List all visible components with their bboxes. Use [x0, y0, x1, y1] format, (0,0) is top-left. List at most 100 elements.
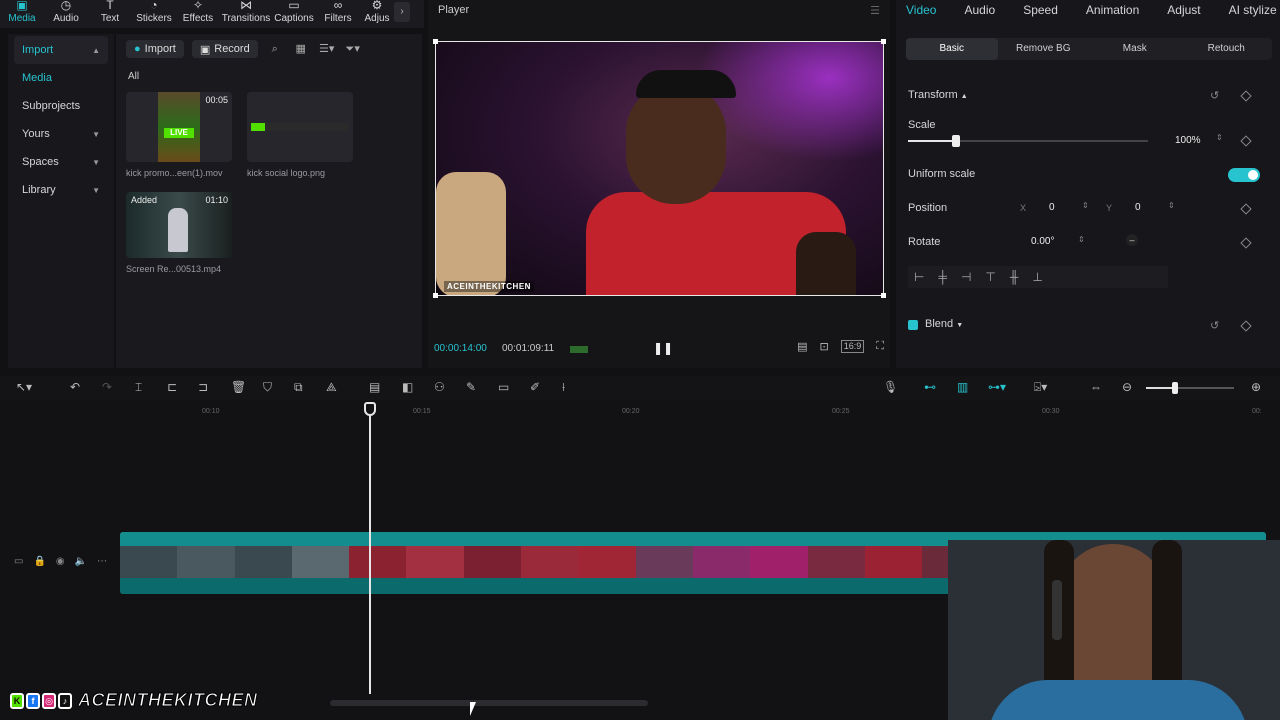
tab-audio-props[interactable]: Audio: [964, 3, 995, 17]
rotate-input[interactable]: 0.00°: [1031, 236, 1054, 247]
align-left-icon[interactable]: ⊢: [914, 270, 924, 284]
screen-icon[interactable]: ▭: [498, 380, 509, 394]
edit-icon[interactable]: ✐: [530, 380, 540, 394]
stepper-icon[interactable]: ⇕: [1078, 235, 1085, 244]
linkage-icon[interactable]: ⊶▾: [988, 380, 1006, 394]
rotate-dial[interactable]: –: [1126, 234, 1138, 246]
tab-captions[interactable]: ▭ Captions: [272, 0, 316, 28]
resize-handle[interactable]: [433, 293, 438, 298]
tab-effects[interactable]: ✧ Effects: [176, 0, 220, 28]
align-center-icon[interactable]: ╪: [938, 270, 947, 284]
search-icon[interactable]: ⌕: [266, 40, 284, 58]
media-item-kick-logo[interactable]: kick social logo.png: [247, 92, 353, 178]
delete-icon[interactable]: 🗑: [231, 380, 246, 394]
trim-left-icon[interactable]: ⊏: [167, 380, 177, 394]
tab-video[interactable]: Video: [906, 3, 936, 17]
zoom-slider[interactable]: [1146, 382, 1234, 394]
align-bottom-icon[interactable]: ⊥: [1032, 270, 1042, 284]
cover-icon[interactable]: ▭: [14, 556, 23, 567]
keyframe-icon[interactable]: [1240, 135, 1252, 147]
tab-media[interactable]: ▣ Media: [0, 0, 44, 28]
timeline-scrollbar[interactable]: [330, 700, 648, 706]
grid-view-icon[interactable]: ▦: [292, 40, 310, 58]
tab-adjust[interactable]: ⚙ Adjus: [360, 0, 394, 28]
preview-axis-icon[interactable]: ⍄▾: [1034, 380, 1047, 395]
tab-audio[interactable]: ◷ Audio: [44, 0, 88, 28]
reset-icon[interactable]: ↺: [1210, 319, 1219, 332]
resize-handle[interactable]: [433, 39, 438, 44]
blend-section-toggle[interactable]: Blend ▼: [925, 318, 963, 330]
tab-stickers[interactable]: ◔ Stickers: [132, 0, 176, 28]
sidebar-item-subprojects[interactable]: Subprojects: [14, 92, 108, 120]
crop-icon[interactable]: ⧉: [294, 380, 303, 395]
sidebar-item-media[interactable]: Media: [14, 64, 108, 92]
undo-icon[interactable]: ↶: [70, 380, 80, 394]
subtab-basic[interactable]: Basic: [906, 38, 998, 60]
link-icon[interactable]: ⊷: [924, 380, 936, 394]
menu-icon[interactable]: ☰: [870, 4, 880, 17]
sidebar-item-spaces[interactable]: Spaces ▼: [14, 148, 108, 176]
video-preview[interactable]: ACEINTHEKITCHEN: [435, 41, 884, 296]
playhead-handle[interactable]: [364, 402, 376, 416]
zoom-out-icon[interactable]: ⊖: [1122, 380, 1132, 394]
tab-filters[interactable]: ∞ Filters: [316, 0, 360, 28]
tab-speed[interactable]: Speed: [1023, 3, 1058, 17]
transform-section-toggle[interactable]: Transform ▲: [908, 89, 968, 101]
redo-icon[interactable]: ↷: [102, 380, 112, 394]
media-tool-icon[interactable]: ▤: [369, 380, 380, 394]
aspect-ratio-button[interactable]: 16:9: [840, 340, 865, 353]
magnet-icon[interactable]: ▥: [957, 380, 968, 394]
magic-icon[interactable]: ✎: [466, 380, 476, 394]
sort-icon[interactable]: ☰▾: [318, 40, 336, 58]
pause-button[interactable]: ❚❚: [653, 341, 673, 355]
volume-icon[interactable]: 🔈: [75, 556, 87, 567]
tabs-next-button[interactable]: ›: [394, 2, 410, 22]
select-tool-icon[interactable]: ↖▾: [16, 380, 32, 394]
fit-icon[interactable]: ⇔: [1090, 380, 1102, 394]
trim-right-icon[interactable]: ⊐: [198, 380, 208, 394]
auto-reframe-icon[interactable]: ⟁: [326, 380, 337, 395]
tab-adjust-props[interactable]: Adjust: [1167, 3, 1200, 17]
subtab-retouch[interactable]: Retouch: [1181, 38, 1273, 60]
position-y-input[interactable]: 0: [1135, 202, 1141, 213]
sidebar-item-yours[interactable]: Yours ▼: [14, 120, 108, 148]
resize-handle[interactable]: [881, 39, 886, 44]
record-button[interactable]: ▣ Record: [191, 40, 258, 58]
person-icon[interactable]: ⚇: [434, 380, 445, 394]
stepper-icon[interactable]: ⇕: [1168, 201, 1175, 210]
filter-icon[interactable]: ⏷▾: [344, 40, 362, 58]
scale-value[interactable]: 100%: [1175, 135, 1201, 146]
reset-icon[interactable]: ↺: [1210, 89, 1219, 102]
quality-icon[interactable]: ▤: [797, 340, 807, 353]
zoom-slider-handle[interactable]: [1172, 382, 1178, 394]
shield-icon[interactable]: ⛉: [263, 380, 272, 395]
snapshot-icon[interactable]: ⊡: [820, 340, 829, 353]
sidebar-item-import[interactable]: Import ▲: [14, 36, 108, 64]
subtab-remove-bg[interactable]: Remove BG: [998, 38, 1090, 60]
stepper-icon[interactable]: ⇕: [1216, 133, 1223, 142]
tab-animation[interactable]: Animation: [1086, 3, 1139, 17]
resize-handle[interactable]: [881, 293, 886, 298]
microphone-icon[interactable]: 🎙: [883, 380, 898, 394]
fullscreen-icon[interactable]: ⛶: [876, 340, 884, 353]
sidebar-item-library[interactable]: Library ▼: [14, 176, 108, 204]
stepper-icon[interactable]: ⇕: [1082, 201, 1089, 210]
media-item-screen-recording[interactable]: Added 01:10 Screen Re...00513.mp4: [126, 192, 232, 274]
align-right-icon[interactable]: ⊣: [961, 270, 971, 284]
position-x-input[interactable]: 0: [1049, 202, 1055, 213]
tab-transitions[interactable]: ⋈ Transitions: [220, 0, 272, 28]
more-icon[interactable]: ⋯: [97, 556, 107, 567]
media-item-kick-promo[interactable]: LIVE 00:05 kick promo...een(1).mov: [126, 92, 232, 178]
zoom-in-icon[interactable]: ⊕: [1251, 380, 1261, 394]
keyframe-icon[interactable]: [1240, 237, 1252, 249]
tab-text[interactable]: T Text: [88, 0, 132, 28]
split-icon[interactable]: ⌶: [135, 380, 142, 395]
keyframe-icon[interactable]: [1240, 90, 1252, 102]
lock-icon[interactable]: 🔒: [33, 556, 45, 567]
keyframe-icon[interactable]: [1240, 320, 1252, 332]
playhead[interactable]: [369, 402, 371, 694]
align-middle-icon[interactable]: ╫: [1010, 270, 1019, 284]
audio-split-icon[interactable]: ⟊: [562, 380, 565, 395]
mirror-icon[interactable]: ◧: [402, 380, 413, 394]
import-button[interactable]: ● Import: [126, 40, 184, 58]
